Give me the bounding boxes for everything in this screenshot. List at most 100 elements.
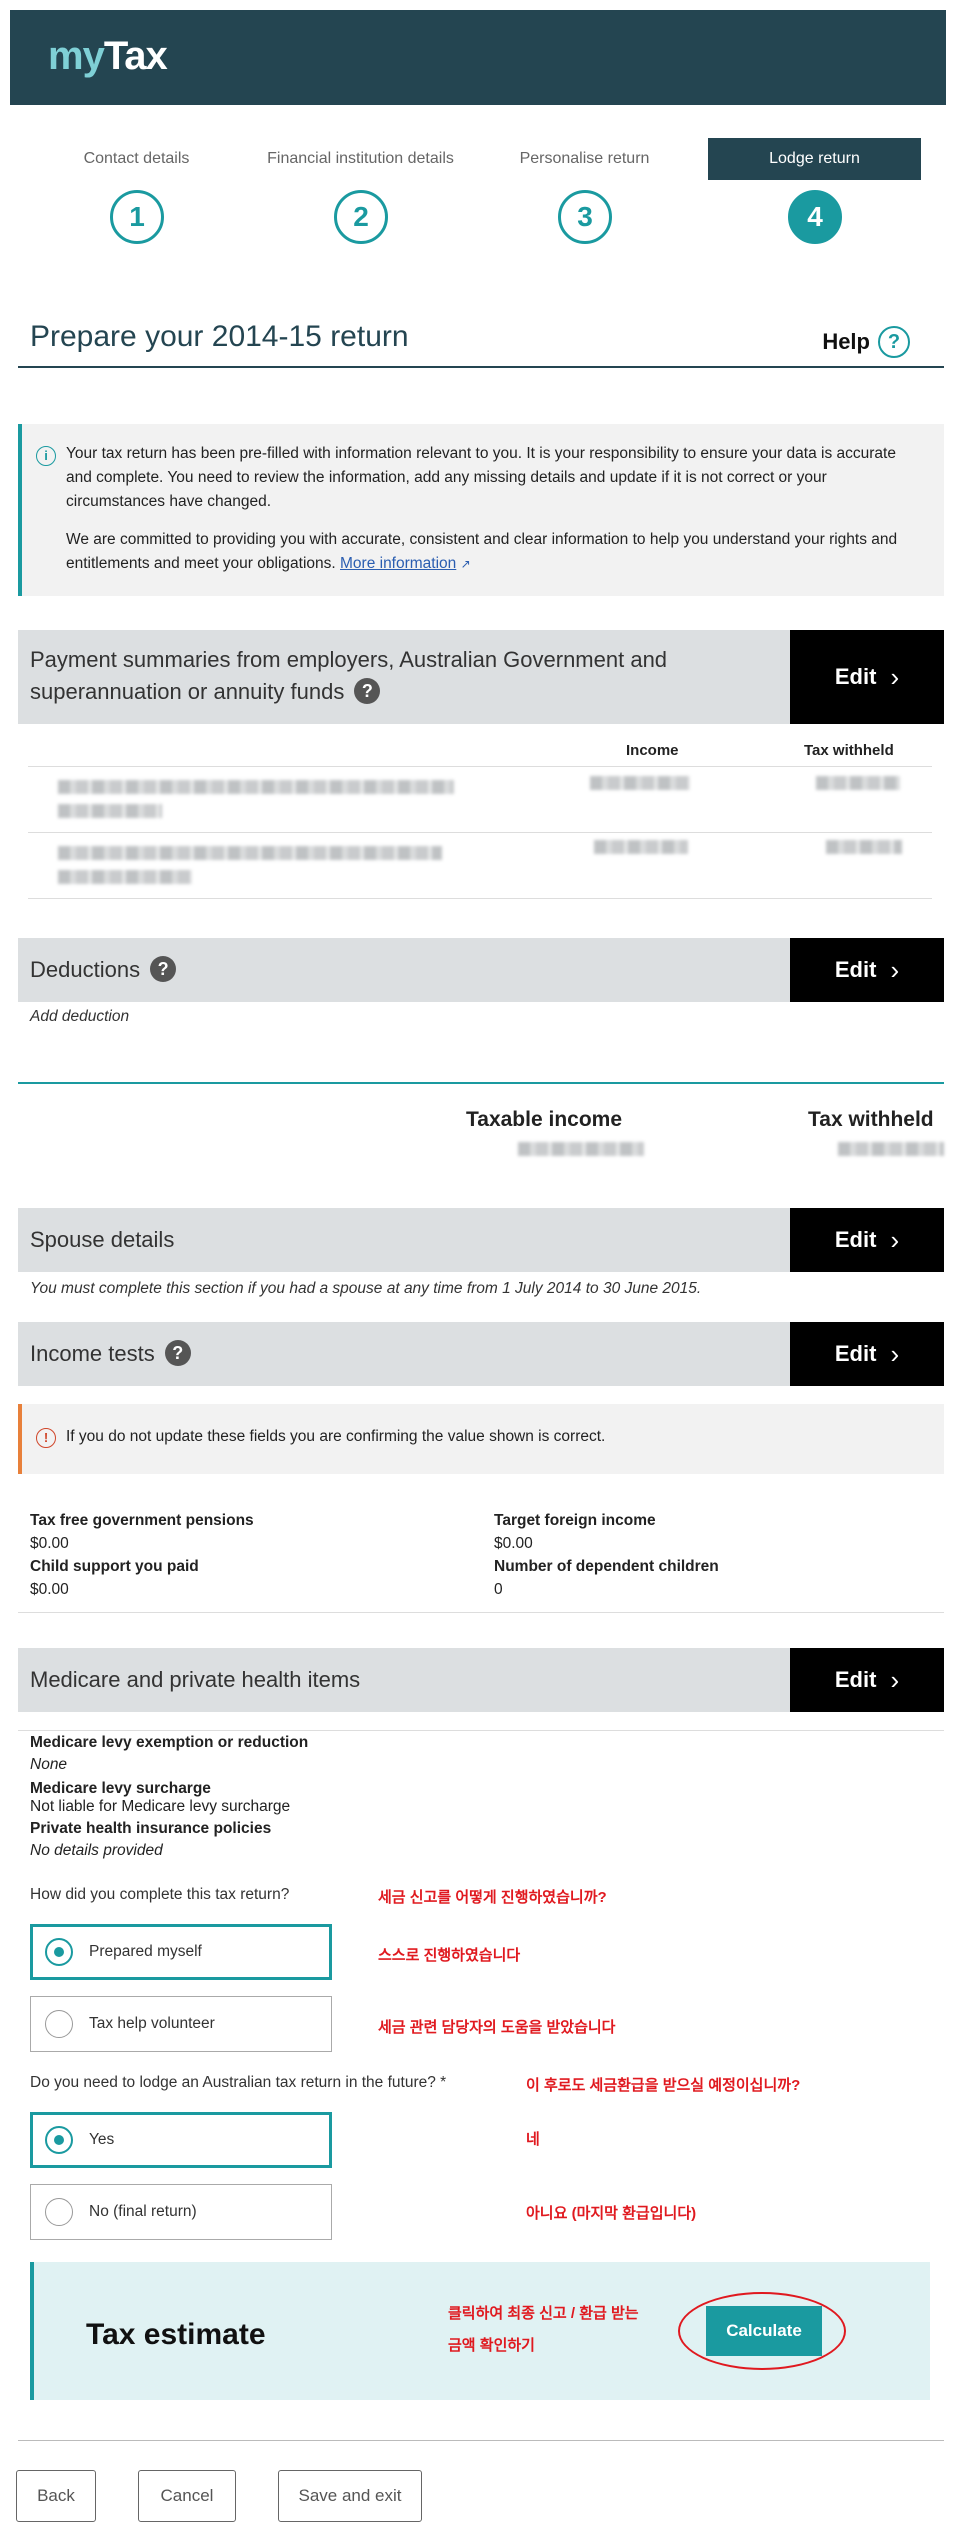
external-link-icon: ↗: [460, 557, 471, 571]
step-label: Financial institution details: [267, 150, 454, 167]
page-title: Prepare your 2014-15 return: [30, 320, 409, 353]
edit-label: Edit: [834, 664, 877, 689]
redacted-taxable-income: [518, 1142, 644, 1156]
info-paragraph-1: Your tax return has been pre-filled with…: [66, 445, 896, 510]
redacted-tax-withheld: [816, 776, 900, 790]
step-contact-details[interactable]: Contact details 1: [30, 138, 243, 258]
table-divider: [28, 832, 932, 833]
future-lodge-question: Do you need to lodge an Australian tax r…: [30, 2074, 447, 2091]
radio-unselected-icon: [45, 2198, 73, 2226]
step-number: 2: [334, 190, 388, 244]
edit-label: Edit: [834, 1227, 877, 1252]
redacted-tax-withheld-total: [838, 1142, 944, 1156]
step-personalise-return[interactable]: Personalise return 3: [478, 138, 691, 258]
chevron-right-icon: ›: [890, 1224, 900, 1255]
income-column-header: Income: [626, 742, 679, 759]
redacted-income: [590, 776, 690, 790]
help-question-icon[interactable]: ?: [150, 956, 177, 982]
deductions-title: Deductions: [30, 957, 141, 982]
target-foreign-income-label: Target foreign income: [494, 1512, 656, 1529]
spouse-details-title: Spouse details: [30, 1227, 175, 1252]
help-link[interactable]: Help ?: [822, 326, 910, 358]
more-information-link[interactable]: More information: [340, 555, 456, 572]
child-support-value: $0.00: [30, 1581, 69, 1598]
warning-message: ! If you do not update these fields you …: [18, 1404, 944, 1474]
step-number: 3: [558, 190, 612, 244]
korean-annotation-line: 금액 확인하기: [448, 2337, 535, 2354]
korean-annotation: 클릭하여 최종 신고 / 환급 받는 금액 확인하기: [448, 2298, 678, 2362]
save-and-exit-button[interactable]: Save and exit: [278, 2470, 422, 2522]
payment-summaries-header: Payment summaries from employers, Austra…: [18, 630, 944, 724]
korean-annotation: 스스로 진행하였습니다: [378, 1947, 521, 1964]
step-label: Personalise return: [519, 150, 650, 167]
income-tests-header: Income tests? Edit ›: [18, 1322, 944, 1386]
footer-divider: [18, 2440, 944, 2441]
step-label: Contact details: [83, 150, 190, 167]
option-label: Prepared myself: [89, 1943, 202, 1960]
tax-estimate-title: Tax estimate: [86, 2318, 266, 2351]
title-divider: [18, 366, 944, 368]
back-button[interactable]: Back: [16, 2470, 96, 2522]
help-question-icon: ?: [878, 326, 910, 358]
section-title: Payment summaries from employers, Austra…: [30, 644, 770, 708]
korean-annotation: 이 후로도 세금환급을 받으실 예정이십니까?: [526, 2077, 801, 2094]
tax-withheld-column-header: Tax withheld: [804, 742, 894, 759]
progress-steps: Contact details 1 Financial institution …: [30, 138, 930, 258]
edit-deductions-button[interactable]: Edit ›: [790, 938, 944, 1002]
redacted-employer-detail: [58, 804, 162, 818]
income-tests-title: Income tests: [30, 1341, 155, 1366]
edit-income-tests-button[interactable]: Edit ›: [790, 1322, 944, 1386]
tax-free-pensions-value: $0.00: [30, 1535, 69, 1552]
info-paragraph-2-text: We are committed to providing you with a…: [66, 531, 898, 572]
info-paragraph-2: We are committed to providing you with a…: [66, 528, 924, 576]
radio-selected-icon: [45, 1938, 73, 1966]
redacted-employer-detail: [58, 870, 192, 884]
radio-unselected-icon: [45, 2010, 73, 2038]
edit-label: Edit: [834, 1341, 877, 1366]
cancel-button[interactable]: Cancel: [138, 2470, 236, 2522]
korean-annotation: 세금 신고를 어떻게 진행하였습니까?: [378, 1889, 607, 1906]
spouse-note: You must complete this section if you ha…: [30, 1280, 702, 1297]
edit-payment-summaries-button[interactable]: Edit ›: [790, 630, 944, 724]
prepared-myself-option[interactable]: Prepared myself: [30, 1924, 332, 1980]
edit-medicare-button[interactable]: Edit ›: [790, 1648, 944, 1712]
edit-spouse-details-button[interactable]: Edit ›: [790, 1208, 944, 1272]
medicare-title: Medicare and private health items: [30, 1667, 361, 1692]
app-header: myTax: [10, 10, 946, 105]
table-divider: [28, 898, 932, 899]
add-deduction-link[interactable]: Add deduction: [30, 1008, 129, 1026]
chevron-right-icon: ›: [890, 661, 900, 692]
help-label: Help: [822, 329, 870, 354]
help-question-icon[interactable]: ?: [164, 1340, 191, 1366]
step-label: Lodge return: [708, 138, 921, 180]
step-lodge-return[interactable]: Lodge return 4: [708, 138, 921, 258]
step-number: 1: [110, 190, 164, 244]
redacted-employer-name: [58, 780, 454, 794]
korean-annotation: 세금 관련 담당자의 도움을 받았습니다: [378, 2019, 616, 2036]
medicare-surcharge-value: Not liable for Medicare levy surcharge: [30, 1798, 291, 1815]
redacted-employer-name: [58, 846, 442, 860]
help-question-icon[interactable]: ?: [354, 678, 381, 704]
medicare-exemption-value: None: [30, 1756, 68, 1773]
section-title: Income tests?: [30, 1338, 191, 1370]
calculate-button[interactable]: Calculate: [706, 2306, 822, 2356]
step-financial-institution[interactable]: Financial institution details 2: [254, 138, 467, 258]
dependent-children-value: 0: [494, 1581, 503, 1598]
no-final-return-option[interactable]: No (final return): [30, 2184, 332, 2240]
mytax-logo[interactable]: myTax: [48, 34, 168, 79]
korean-annotation: 아니요 (마지막 환급입니다): [526, 2205, 697, 2222]
spouse-details-header: Spouse details Edit ›: [18, 1208, 944, 1272]
chevron-right-icon: ›: [890, 1338, 900, 1369]
table-divider: [28, 766, 932, 767]
warning-text: If you do not update these fields you ar…: [66, 1428, 606, 1445]
info-icon: i: [36, 446, 56, 466]
redacted-tax-withheld: [826, 840, 902, 854]
korean-annotation: 네: [526, 2131, 540, 2148]
chevron-right-icon: ›: [890, 1664, 900, 1695]
private-health-value: No details provided: [30, 1842, 163, 1859]
tax-free-pensions-label: Tax free government pensions: [30, 1512, 254, 1529]
tax-help-volunteer-option[interactable]: Tax help volunteer: [30, 1996, 332, 2052]
yes-option[interactable]: Yes: [30, 2112, 332, 2168]
medicare-exemption-label: Medicare levy exemption or reduction: [30, 1734, 309, 1751]
child-support-label: Child support you paid: [30, 1558, 199, 1575]
